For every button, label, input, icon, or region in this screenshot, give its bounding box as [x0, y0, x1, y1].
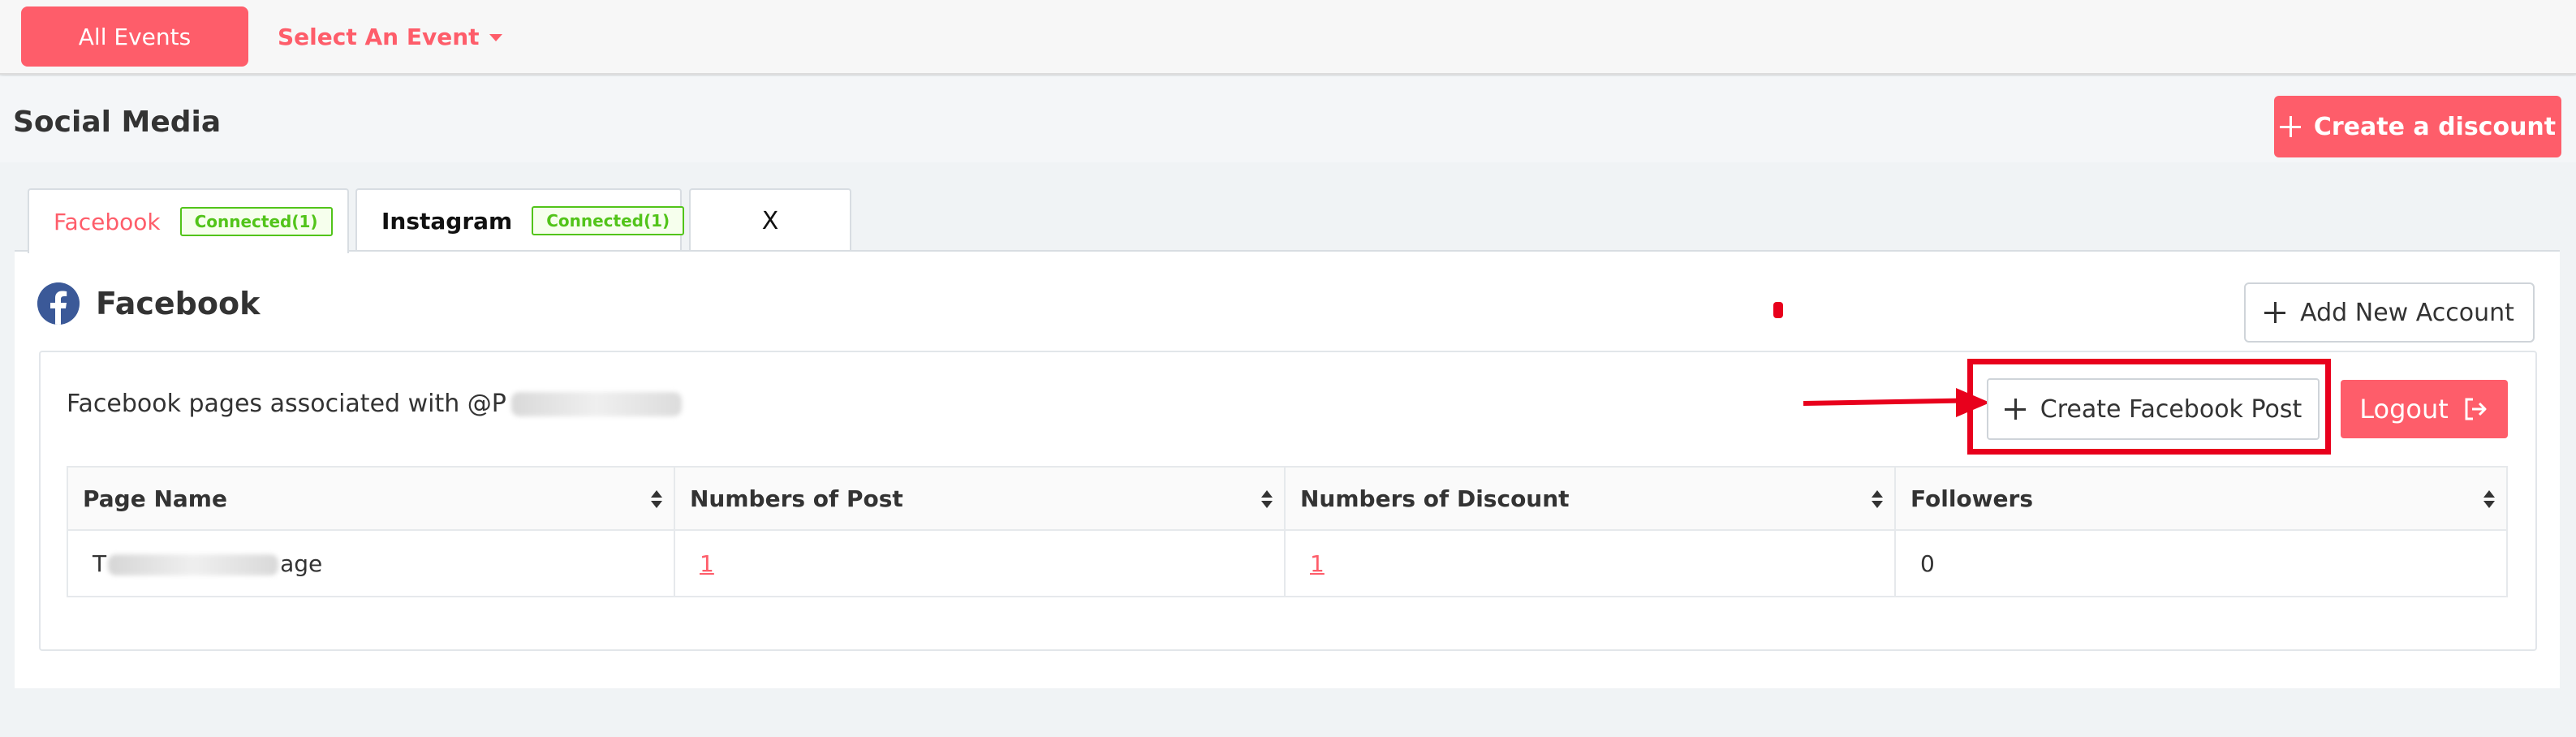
add-new-account-button[interactable]: Add New Account [2244, 282, 2535, 343]
facebook-logo-icon [37, 282, 80, 325]
logout-button[interactable]: Logout [2341, 380, 2508, 438]
discounts-cell: 1 [1284, 529, 1896, 597]
caret-down-icon [489, 33, 502, 41]
connected-badge: Connected(1) [179, 207, 333, 236]
tab-facebook-label: Facebook [54, 208, 161, 235]
column-header-label: Followers [1910, 485, 2033, 512]
column-header-label: Numbers of Discount [1300, 485, 1570, 512]
tab-x[interactable]: X [689, 188, 851, 252]
discounts-count-link[interactable]: 1 [1310, 550, 1325, 577]
tab-instagram-label: Instagram [381, 207, 513, 235]
pages-association-label: Facebook pages associated with @P [67, 390, 506, 418]
column-header-numbers-of-discount[interactable]: Numbers of Discount [1284, 466, 1896, 531]
select-event-label: Select An Event [278, 23, 480, 50]
tab-facebook[interactable]: Facebook Connected(1) [28, 188, 349, 253]
blurred-username [510, 391, 682, 416]
column-header-label: Page Name [83, 485, 227, 512]
sort-icon[interactable] [1872, 490, 1883, 508]
annotation-dot [1773, 302, 1783, 318]
posts-cell: 1 [674, 529, 1286, 597]
page-name-cell: Tage [67, 529, 675, 597]
blurred-page-name [108, 554, 279, 575]
page-header [0, 76, 2576, 162]
plus-icon [2279, 116, 2301, 137]
annotation-highlight-box [1967, 359, 2331, 455]
page-name-start: T [93, 550, 107, 577]
facebook-pages-table: Page Name Numbers of Post Numbers of Dis… [67, 466, 2508, 597]
tab-x-label: X [761, 206, 779, 235]
pages-association-text: Facebook pages associated with @P [67, 390, 682, 418]
column-header-numbers-of-post[interactable]: Numbers of Post [674, 466, 1286, 531]
sort-icon[interactable] [651, 490, 662, 508]
sort-icon[interactable] [1261, 490, 1273, 508]
column-header-page-name[interactable]: Page Name [67, 466, 675, 531]
logout-label: Logout [2359, 394, 2449, 425]
logout-icon [2465, 398, 2487, 420]
create-discount-button[interactable]: Create a discount [2274, 96, 2561, 157]
page-title: Social Media [13, 106, 222, 139]
all-events-button[interactable]: All Events [21, 6, 248, 67]
followers-cell: 0 [1894, 529, 2508, 597]
top-navigation-bar: All Events Select An Event [0, 0, 2576, 75]
facebook-heading: Facebook [96, 286, 261, 321]
column-header-followers[interactable]: Followers [1894, 466, 2508, 531]
posts-count-link[interactable]: 1 [700, 550, 714, 577]
create-discount-label: Create a discount [2313, 112, 2557, 141]
select-event-dropdown[interactable]: Select An Event [278, 18, 502, 55]
tab-instagram[interactable]: Instagram Connected(1) [355, 188, 685, 252]
page-name-end: age [280, 550, 323, 577]
connected-badge: Connected(1) [532, 206, 685, 235]
table-header-row: Page Name Numbers of Post Numbers of Dis… [67, 466, 2508, 531]
column-header-label: Numbers of Post [690, 485, 903, 512]
sort-icon[interactable] [2483, 490, 2495, 508]
table-row: Tage 1 1 0 [67, 529, 2508, 597]
plus-icon [2264, 302, 2286, 323]
add-new-account-label: Add New Account [2300, 298, 2514, 327]
